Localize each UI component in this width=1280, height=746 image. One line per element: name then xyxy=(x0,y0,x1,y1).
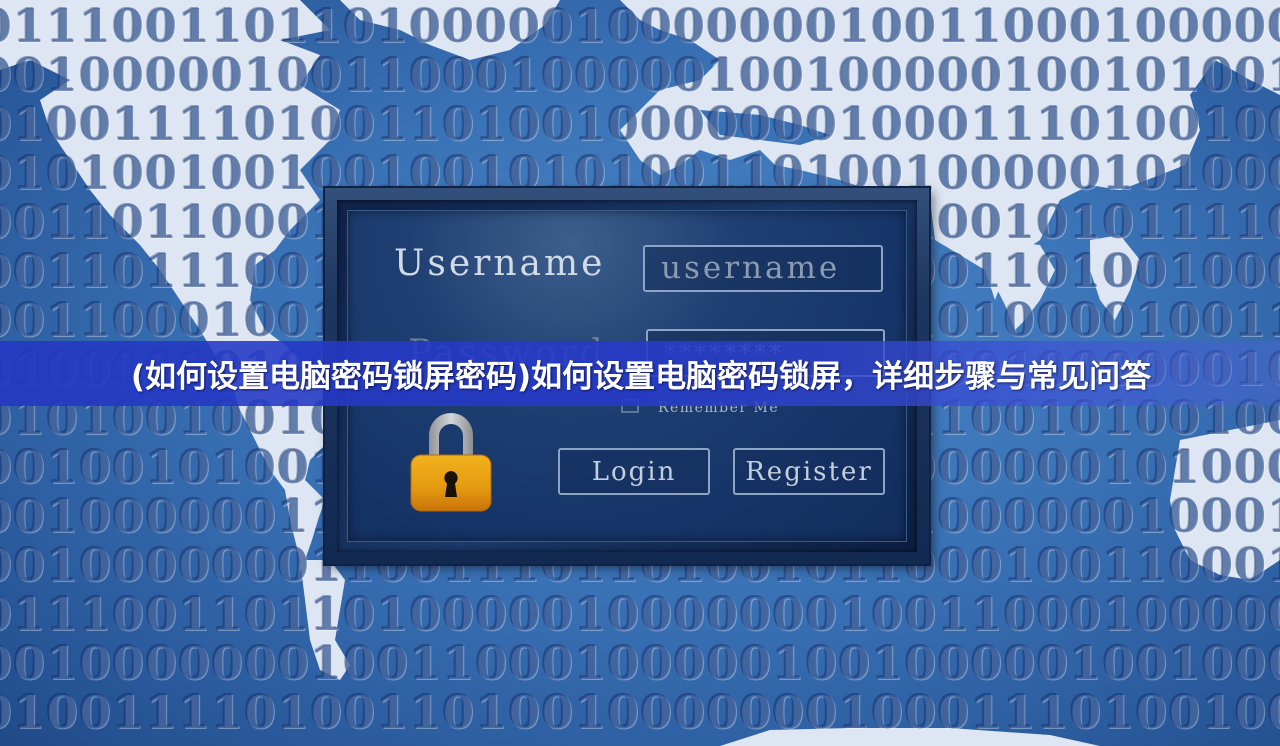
binary-row: 0100111101001101001000000010001110100100… xyxy=(0,97,1280,151)
binary-row: 0010000010011000100000100100000100101001… xyxy=(0,48,1280,102)
binary-row: 0010000000100110001000001001000001001000… xyxy=(0,636,1280,690)
title-banner: (如何设置电脑密码锁屏密码)如何设置电脑密码锁屏，详细步骤与常见问答 xyxy=(0,341,1280,406)
username-label: Username xyxy=(394,243,606,284)
register-button[interactable]: Register xyxy=(733,448,885,495)
padlock-shackle xyxy=(429,413,473,457)
padlock-icon xyxy=(410,413,492,512)
login-button[interactable]: Login xyxy=(558,448,710,495)
binary-row: 0111001101101000001000000010011000100000… xyxy=(0,0,1280,53)
username-input[interactable]: username xyxy=(643,245,883,292)
article-title: (如何设置电脑密码锁屏密码)如何设置电脑密码锁屏，详细步骤与常见问答 xyxy=(130,359,1152,395)
binary-row: 0111001101101000001000000010011000100000… xyxy=(0,587,1280,641)
binary-row: 0100111101001101001000000010001110100100… xyxy=(0,685,1280,739)
